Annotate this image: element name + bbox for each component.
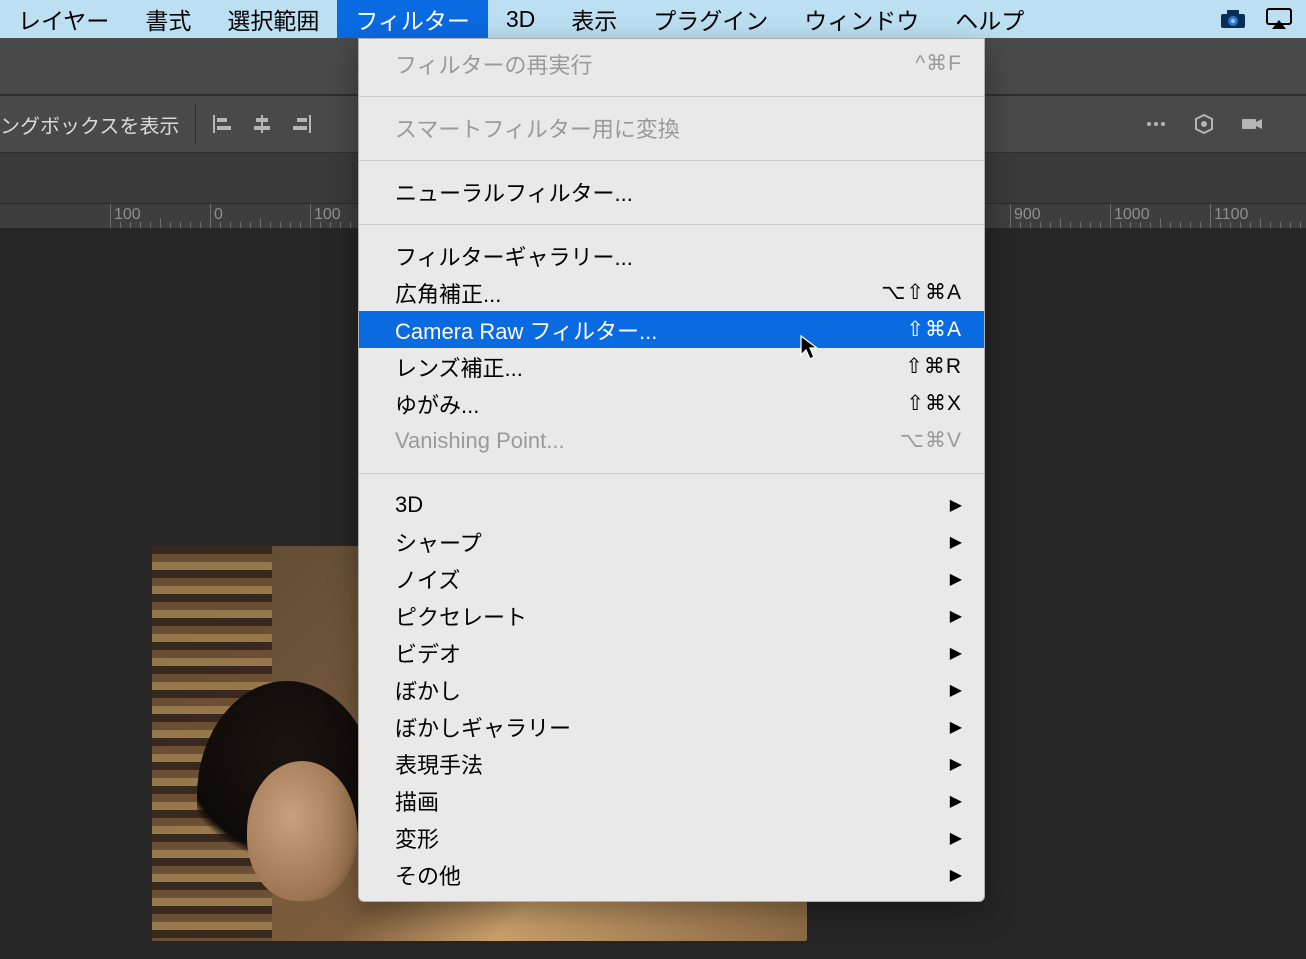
menu-item-label: 変形 [395,822,950,854]
submenu-arrow-icon: ▶ [950,643,962,663]
submenu-arrow-icon: ▶ [950,865,962,885]
menu-item-label: スマートフィルター用に変換 [395,112,962,144]
menu-view[interactable]: 表示 [553,0,635,38]
menu-item[interactable]: ニューラルフィルター... [359,167,984,218]
menu-item[interactable]: ピクセレート▶ [359,597,984,634]
menu-3d[interactable]: 3D [488,0,553,38]
menu-item-label: レンズ補正... [395,351,905,383]
ruler-label: 900 [1014,206,1041,224]
menu-item-label: その他 [395,859,950,891]
menu-item[interactable]: Camera Raw フィルター...⇧⌘A [359,311,984,348]
submenu-arrow-icon: ▶ [950,569,962,589]
menu-item-label: Camera Raw フィルター... [395,314,906,346]
menu-item-label: ニューラルフィルター... [395,176,962,208]
menu-item: フィルターの再実行^⌘F [359,39,984,90]
menu-shortcut: ⇧⌘X [906,391,962,416]
menu-window[interactable]: ウィンドウ [786,0,937,38]
menu-item[interactable]: ビデオ▶ [359,634,984,671]
submenu-arrow-icon: ▶ [950,754,962,774]
airplay-icon[interactable] [1256,8,1302,30]
menu-item[interactable]: ぼかしギャラリー▶ [359,708,984,745]
menu-item[interactable]: その他▶ [359,856,984,901]
menu-help[interactable]: ヘルプ [937,0,1042,38]
option-transform-bbox-label: ングボックスを表示 [0,110,189,139]
menu-item[interactable]: 変形▶ [359,819,984,856]
menu-select[interactable]: 選択範囲 [209,0,337,38]
align-horizontal-centers-icon[interactable] [250,112,274,136]
menu-item-label: ぼかし [395,674,950,706]
menu-item-label: 3D [395,492,950,518]
menu-item-label: 描画 [395,785,950,817]
menu-shortcut: ⌥⌘V [900,428,962,453]
menu-type[interactable]: 書式 [127,0,209,38]
menu-plugin[interactable]: プラグイン [635,0,786,38]
menu-item[interactable]: ゆがみ...⇧⌘X [359,385,984,422]
ruler-label: 100 [114,206,141,224]
menu-filter[interactable]: フィルター [337,0,488,38]
camera-icon[interactable] [1210,9,1256,29]
options-more-icon[interactable] [1144,112,1168,136]
menubar: レイヤー 書式 選択範囲 フィルター 3D 表示 プラグイン ウィンドウ ヘルプ [0,0,1306,38]
3d-mode-icon[interactable] [1192,112,1216,136]
submenu-arrow-icon: ▶ [950,606,962,626]
menu-shortcut: ^⌘F [915,51,962,76]
menu-item[interactable]: 3D▶ [359,480,984,523]
menu-item-label: フィルターギャラリー... [395,240,962,272]
menu-item[interactable]: シャープ▶ [359,523,984,560]
menu-item[interactable]: 広角補正...⌥⇧⌘A [359,274,984,311]
submenu-arrow-icon: ▶ [950,791,962,811]
camera-mode-icon[interactable] [1240,112,1264,136]
ruler-label: 100 [314,206,341,224]
menu-item[interactable]: 表現手法▶ [359,745,984,782]
align-right-edges-icon[interactable] [290,112,314,136]
menu-item-label: フィルターの再実行 [395,48,915,80]
menu-item[interactable]: レンズ補正...⇧⌘R [359,348,984,385]
menu-shortcut: ⇧⌘A [906,317,962,342]
menu-item[interactable]: ぼかし▶ [359,671,984,708]
menu-item-label: ビデオ [395,637,950,669]
menu-item[interactable]: ノイズ▶ [359,560,984,597]
menu-item-label: 広角補正... [395,277,881,309]
submenu-arrow-icon: ▶ [950,495,962,515]
submenu-arrow-icon: ▶ [950,828,962,848]
submenu-arrow-icon: ▶ [950,717,962,737]
menu-item[interactable]: フィルターギャラリー... [359,231,984,274]
menu-item-label: ぼかしギャラリー [395,711,950,743]
menu-layer[interactable]: レイヤー [0,0,127,38]
menu-item[interactable]: 描画▶ [359,782,984,819]
menu-item-label: ノイズ [395,563,950,595]
submenu-arrow-icon: ▶ [950,680,962,700]
filter-menu-dropdown: フィルターの再実行^⌘F スマートフィルター用に変換ニューラルフィルター... フィ… [358,38,985,902]
menu-item-label: ピクセレート [395,600,950,632]
menu-item: スマートフィルター用に変換 [359,103,984,154]
menu-item-label: シャープ [395,526,950,558]
menu-shortcut: ⌥⇧⌘A [881,280,962,305]
menu-item: Vanishing Point...⌥⌘V [359,422,984,467]
menu-item-label: 表現手法 [395,748,950,780]
menu-item-label: Vanishing Point... [395,428,900,454]
menu-shortcut: ⇧⌘R [905,354,962,379]
ruler-label: 0 [214,206,223,224]
submenu-arrow-icon: ▶ [950,532,962,552]
align-left-edges-icon[interactable] [210,112,234,136]
menu-item-label: ゆがみ... [395,388,906,420]
